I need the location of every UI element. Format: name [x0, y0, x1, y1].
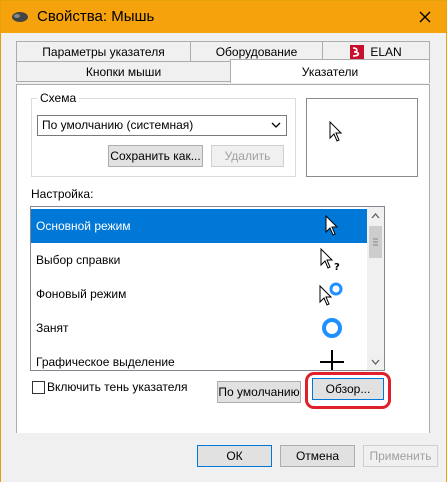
pointer-shadow-label[interactable]: Включить тень указателя [47, 380, 188, 394]
button-label: ОК [226, 449, 243, 463]
list-item-label: Основной режим [36, 219, 131, 233]
elan-logo-icon [350, 44, 365, 59]
delete-button[interactable]: Удалить [211, 145, 284, 167]
mouse-properties-window: Свойства: Мышь Параметры указателя Обору… [0, 0, 447, 482]
chevron-down-icon [270, 119, 282, 131]
tab-label: ELAN [370, 44, 402, 59]
arrow-icon [329, 121, 343, 142]
busy-icon [318, 313, 346, 343]
scheme-label: Схема [37, 91, 80, 105]
close-icon [419, 11, 431, 23]
close-button[interactable] [410, 5, 440, 29]
list-item[interactable]: Занят [31, 311, 368, 345]
button-label: Отмена [295, 449, 340, 463]
cursor-preview [306, 98, 418, 177]
annotation-highlight-ring [305, 372, 391, 409]
title-bar[interactable]: Свойства: Мышь [1, 1, 446, 33]
list-item[interactable]: Фоновый режим [31, 277, 368, 311]
scroll-thumb[interactable] [369, 226, 382, 258]
button-label: Сохранить как... [110, 149, 201, 163]
list-item-label: Графическое выделение [36, 355, 175, 369]
list-scrollbar[interactable] [367, 207, 384, 370]
scroll-up-button[interactable] [367, 207, 384, 224]
use-default-button[interactable]: По умолчанию [217, 381, 301, 403]
tab-mouse-buttons[interactable]: Кнопки мыши [16, 61, 231, 82]
button-label: Удалить [224, 149, 271, 163]
svg-text:?: ? [334, 262, 340, 272]
tab-label: Кнопки мыши [85, 64, 162, 79]
pointer-list[interactable]: Основной режим Выбор справки ? Фоновый р… [30, 206, 385, 371]
tab-label: Оборудование [215, 44, 298, 59]
list-item-label: Выбор справки [36, 253, 121, 267]
help-select-icon: ? [318, 245, 346, 275]
arrow-icon [318, 211, 346, 241]
mouse-icon [11, 10, 29, 24]
scheme-select[interactable]: По умолчанию (системная) [37, 115, 287, 136]
apply-button[interactable]: Применить [363, 445, 438, 467]
window-title: Свойства: Мышь [37, 8, 155, 25]
button-label: Применить [369, 449, 432, 463]
list-item[interactable]: Графическое выделение [31, 345, 368, 370]
scheme-select-value: По умолчанию (системная) [42, 118, 194, 132]
tab-label: Указатели [301, 64, 359, 79]
list-item[interactable]: Выбор справки ? [31, 243, 368, 277]
grip-icon [373, 238, 378, 246]
pointer-shadow-checkbox[interactable] [32, 381, 45, 394]
list-item[interactable]: Основной режим [31, 209, 368, 243]
list-item-label: Занят [36, 321, 69, 335]
dialog-footer: ОК Отмена Применить [1, 433, 446, 481]
button-label: По умолчанию [218, 385, 300, 399]
working-in-background-icon [318, 279, 346, 309]
tab-pointers[interactable]: Указатели [230, 59, 430, 83]
save-as-button[interactable]: Сохранить как... [108, 145, 203, 167]
scroll-down-button[interactable] [367, 353, 384, 370]
tab-pointer-options[interactable]: Параметры указателя [16, 41, 191, 62]
chevron-up-icon [371, 212, 380, 218]
precision-select-icon [318, 347, 346, 370]
ok-button[interactable]: ОК [197, 445, 272, 467]
cancel-button[interactable]: Отмена [280, 445, 355, 467]
settings-label: Настройка: [31, 187, 94, 201]
chevron-down-icon [371, 359, 380, 365]
list-item-label: Фоновый режим [36, 287, 127, 301]
tab-label: Параметры указателя [42, 44, 165, 59]
